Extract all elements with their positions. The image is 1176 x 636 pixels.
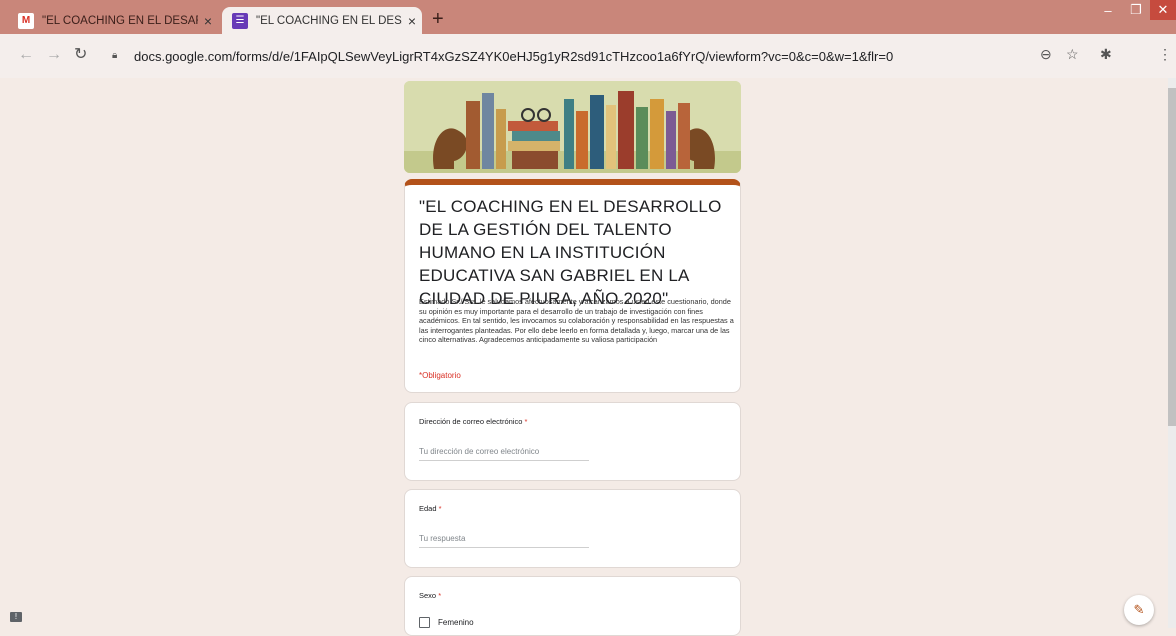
option-label: Femenino [438, 618, 474, 627]
url-text: docs.google.com/forms/d/e/1FAIpQLSewVeyL… [134, 48, 894, 64]
question-card-age: Edad * Tu respuesta [404, 489, 741, 568]
browser-tab-bar: M "EL COACHING EN EL DESARROL × ☰ "EL CO… [0, 0, 1176, 34]
menu-icon[interactable]: ⋮ [1158, 46, 1172, 63]
email-field[interactable]: Tu dirección de correo electrónico [419, 447, 589, 461]
required-star: * [522, 417, 528, 426]
form-header-image [404, 81, 741, 173]
age-field[interactable]: Tu respuesta [419, 534, 589, 548]
new-tab-button[interactable]: + [432, 9, 444, 29]
reload-icon[interactable]: ↻ [74, 46, 87, 64]
star-icon[interactable]: ☆ [1066, 46, 1079, 63]
tab-google-forms[interactable]: ☰ "EL COACHING EN EL DESARROL × [222, 7, 422, 34]
maximize-icon[interactable]: ❐ [1122, 0, 1150, 20]
tab-title: "EL COACHING EN EL DESARROL [42, 14, 198, 27]
minimize-icon[interactable]: – [1094, 0, 1122, 20]
browser-toolbar: ← → ↻ 🔒︎ docs.google.com/forms/d/e/1FAIp… [0, 34, 1176, 79]
checkbox-option[interactable]: Femenino [419, 617, 474, 628]
edit-pencil-icon[interactable]: ✎ [1124, 595, 1154, 625]
back-arrow-icon[interactable]: ← [18, 46, 34, 64]
required-star: * [436, 591, 442, 600]
window-close-icon[interactable]: ✕ [1150, 0, 1176, 20]
books-illustration [404, 81, 741, 173]
zoom-icon[interactable]: ⊖ [1040, 46, 1052, 63]
required-note: *Obligatorio [419, 371, 461, 380]
feedback-icon[interactable]: ! [10, 612, 22, 622]
close-icon[interactable]: × [402, 13, 422, 29]
tab-gmail[interactable]: M "EL COACHING EN EL DESARROL × [8, 7, 218, 34]
address-bar[interactable]: 🔒︎ docs.google.com/forms/d/e/1FAIpQLSewV… [104, 41, 1080, 71]
form-title-card: "EL COACHING EN EL DESARROLLO DE LA GEST… [404, 179, 741, 393]
form-description: Estimado Sr./ Sra. le saludamos afectuos… [419, 297, 734, 344]
question-card-sex: Sexo * Femenino [404, 576, 741, 636]
required-star: * [436, 504, 442, 513]
question-label: Dirección de correo electrónico * [419, 417, 527, 426]
question-label-text: Dirección de correo electrónico [419, 417, 523, 426]
question-label-text: Edad [419, 504, 437, 513]
question-label: Sexo * [419, 591, 441, 600]
close-icon[interactable]: × [198, 13, 218, 29]
question-label-text: Sexo [419, 591, 437, 600]
form-title: "EL COACHING EN EL DESARROLLO DE LA GEST… [419, 197, 722, 308]
scrollbar-thumb[interactable] [1168, 88, 1176, 426]
gmail-icon: M [18, 12, 34, 29]
question-card-email: Dirección de correo electrónico * Tu dir… [404, 402, 741, 481]
google-forms-icon: ☰ [232, 12, 248, 29]
question-label: Edad * [419, 504, 442, 513]
forward-arrow-icon[interactable]: → [46, 46, 62, 64]
lock-icon: 🔒︎ [112, 50, 118, 61]
tab-title: "EL COACHING EN EL DESARROL [256, 14, 402, 27]
checkbox[interactable] [419, 617, 430, 628]
extensions-icon[interactable]: ✱ [1100, 46, 1112, 63]
